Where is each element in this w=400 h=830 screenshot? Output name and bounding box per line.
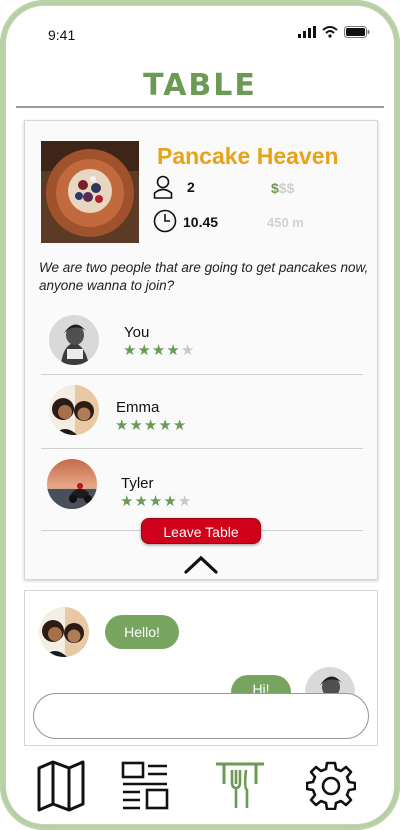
chevron-up-icon[interactable] [183,553,219,575]
star-filled-icon: ★ [166,342,181,359]
avatar [49,315,99,365]
star-filled-icon: ★ [151,342,167,359]
member-row[interactable]: You ★★★★★ [41,301,363,375]
place-photo [41,141,139,243]
star-filled-icon: ★ [137,342,152,359]
title-divider [16,106,384,108]
distance: 450 m [267,215,304,230]
leave-table-button[interactable]: Leave Table [141,518,261,544]
list-layout-icon [121,761,169,810]
star-filled-icon: ★ [172,417,188,434]
star-filled-icon: ★ [115,417,130,434]
member-name: Tyler [121,475,154,492]
wifi-icon [322,26,338,38]
battery-icon [344,26,370,38]
star-empty-icon: ★ [177,493,193,510]
bottom-nav [6,760,394,820]
table-description: We are two people that are going to get … [39,260,369,293]
member-row[interactable]: Emma ★★★★★ [41,375,363,449]
meet-time: 10.45 [183,214,219,230]
star-filled-icon: ★ [123,342,138,359]
rating-stars: ★★★★★ [115,416,187,434]
star-filled-icon: ★ [129,417,144,434]
star-filled-icon: ★ [158,417,173,434]
nav-item-table[interactable] [214,760,266,814]
star-filled-icon: ★ [143,417,159,434]
price-inactive: $$ [278,180,295,196]
avatar [49,385,99,435]
status-icons [298,26,370,38]
member-name: You [124,324,150,341]
person-icon [153,175,173,199]
star-filled-icon: ★ [134,493,149,510]
map-icon [37,760,85,812]
fork-knife-icon [216,762,264,808]
signal-icon [298,26,316,38]
avatar [47,459,97,509]
clock-icon [153,209,177,233]
member-name: Emma [116,399,160,416]
star-empty-icon: ★ [180,342,196,359]
gear-icon [305,761,357,811]
status-time: 9:41 [48,27,76,43]
nav-item-map[interactable] [36,760,88,814]
people-count: 2 [187,179,195,195]
price-active: $ [271,180,279,196]
rating-stars: ★★★★★ [123,341,195,359]
nav-item-settings[interactable] [305,760,358,814]
phone-frame: 9:41 TABLE Pancake Heaven 2 $$$ 10.45 45… [0,0,400,830]
message-bubble-received: Hello! [105,615,179,649]
avatar [39,607,89,657]
star-filled-icon: ★ [148,493,164,510]
table-card: Pancake Heaven 2 $$$ 10.45 450 m We are … [24,120,378,580]
screen: 9:41 TABLE Pancake Heaven 2 $$$ 10.45 45… [6,6,394,824]
place-name: Pancake Heaven [157,143,339,169]
divider [41,448,363,449]
rating-stars: ★★★★★ [120,492,192,510]
star-filled-icon: ★ [163,493,178,510]
star-filled-icon: ★ [120,493,135,510]
chat-panel: Hello! Hi! [24,590,378,746]
message-input[interactable] [33,693,369,739]
nav-item-feed[interactable] [120,760,172,814]
price-level: $$$ [271,180,294,196]
page-title: TABLE [143,68,257,103]
